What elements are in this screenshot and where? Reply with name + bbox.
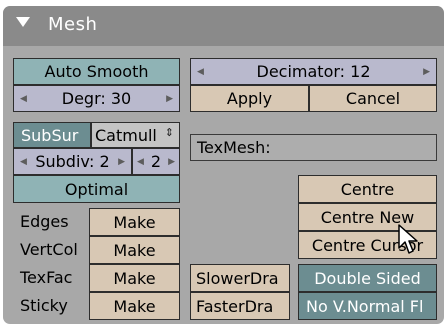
- subdiv-number-field[interactable]: ◀ Subdiv: 2 ▶: [13, 148, 132, 175]
- subsurf-toggle[interactable]: SubSur: [13, 122, 91, 148]
- make-edges-button[interactable]: Make: [89, 208, 180, 236]
- decrement-arrow-icon[interactable]: ◀: [20, 157, 27, 167]
- make-button-label: Make: [113, 268, 156, 288]
- centre-button[interactable]: Centre: [298, 175, 437, 203]
- mouse-pointer-icon: [398, 224, 418, 254]
- auto-smooth-toggle[interactable]: Auto Smooth: [13, 58, 180, 85]
- auto-smooth-label: Auto Smooth: [44, 62, 149, 81]
- degr-label: Degr: 30: [61, 89, 132, 108]
- decimator-number-field[interactable]: ◀ Decimator: 12 ▶: [190, 58, 437, 85]
- make-vertcol-button[interactable]: Make: [89, 236, 180, 264]
- subsurf-type-menu[interactable]: Catmull ⇕: [91, 122, 180, 148]
- increment-arrow-icon[interactable]: ▶: [423, 67, 430, 77]
- collapse-triangle-icon[interactable]: [16, 17, 30, 27]
- no-vnormal-flip-label: No V.Normal Fl: [306, 296, 424, 316]
- faster-draw-label: FasterDra: [196, 296, 274, 316]
- updown-arrows-icon: ⇕: [164, 126, 174, 139]
- make-button-label: Make: [113, 240, 156, 260]
- panel-header[interactable]: Mesh: [3, 6, 444, 46]
- slower-draw-button[interactable]: SlowerDra: [190, 264, 290, 292]
- make-button-label: Make: [113, 296, 156, 316]
- texmesh-label: TexMesh:: [197, 138, 271, 157]
- decimator-label: Decimator: 12: [256, 62, 371, 81]
- vertcol-label: VertCol: [20, 240, 78, 259]
- subsurf-label: SubSur: [21, 125, 79, 145]
- double-sided-label: Double Sided: [314, 268, 421, 288]
- make-texface-button[interactable]: Make: [89, 264, 180, 292]
- sticky-label: Sticky: [20, 296, 68, 315]
- centre-label: Centre: [340, 179, 395, 199]
- increment-arrow-icon[interactable]: ▶: [166, 94, 173, 104]
- panel-title: Mesh: [48, 14, 98, 35]
- decrement-arrow-icon[interactable]: ◀: [197, 67, 204, 77]
- increment-arrow-icon[interactable]: ▶: [118, 157, 125, 167]
- texmesh-field[interactable]: TexMesh:: [190, 134, 437, 161]
- make-sticky-button[interactable]: Make: [89, 292, 180, 320]
- cancel-label: Cancel: [345, 89, 401, 108]
- optimal-label: Optimal: [64, 179, 129, 199]
- decrement-arrow-icon[interactable]: ◀: [20, 94, 27, 104]
- cancel-button[interactable]: Cancel: [309, 85, 437, 112]
- edges-label: Edges: [20, 212, 69, 231]
- double-sided-toggle[interactable]: Double Sided: [298, 264, 437, 292]
- texface-label: TexFac: [20, 268, 73, 287]
- slower-draw-label: SlowerDra: [196, 268, 279, 288]
- catmull-label: Catmull: [95, 125, 157, 145]
- subdiv-render-label: 2: [150, 152, 162, 171]
- degr-number-field[interactable]: ◀ Degr: 30 ▶: [13, 85, 180, 112]
- apply-label: Apply: [226, 89, 273, 108]
- optimal-toggle[interactable]: Optimal: [13, 175, 180, 203]
- apply-button[interactable]: Apply: [190, 85, 309, 112]
- increment-arrow-icon[interactable]: ▶: [168, 157, 175, 167]
- make-button-label: Make: [113, 212, 156, 232]
- decrement-arrow-icon[interactable]: ◀: [137, 157, 144, 167]
- no-vnormal-flip-toggle[interactable]: No V.Normal Fl: [298, 292, 437, 320]
- subdiv-label: Subdiv: 2: [35, 152, 110, 171]
- subdiv-render-number-field[interactable]: ◀ 2 ▶: [132, 148, 180, 175]
- faster-draw-button[interactable]: FasterDra: [190, 292, 290, 320]
